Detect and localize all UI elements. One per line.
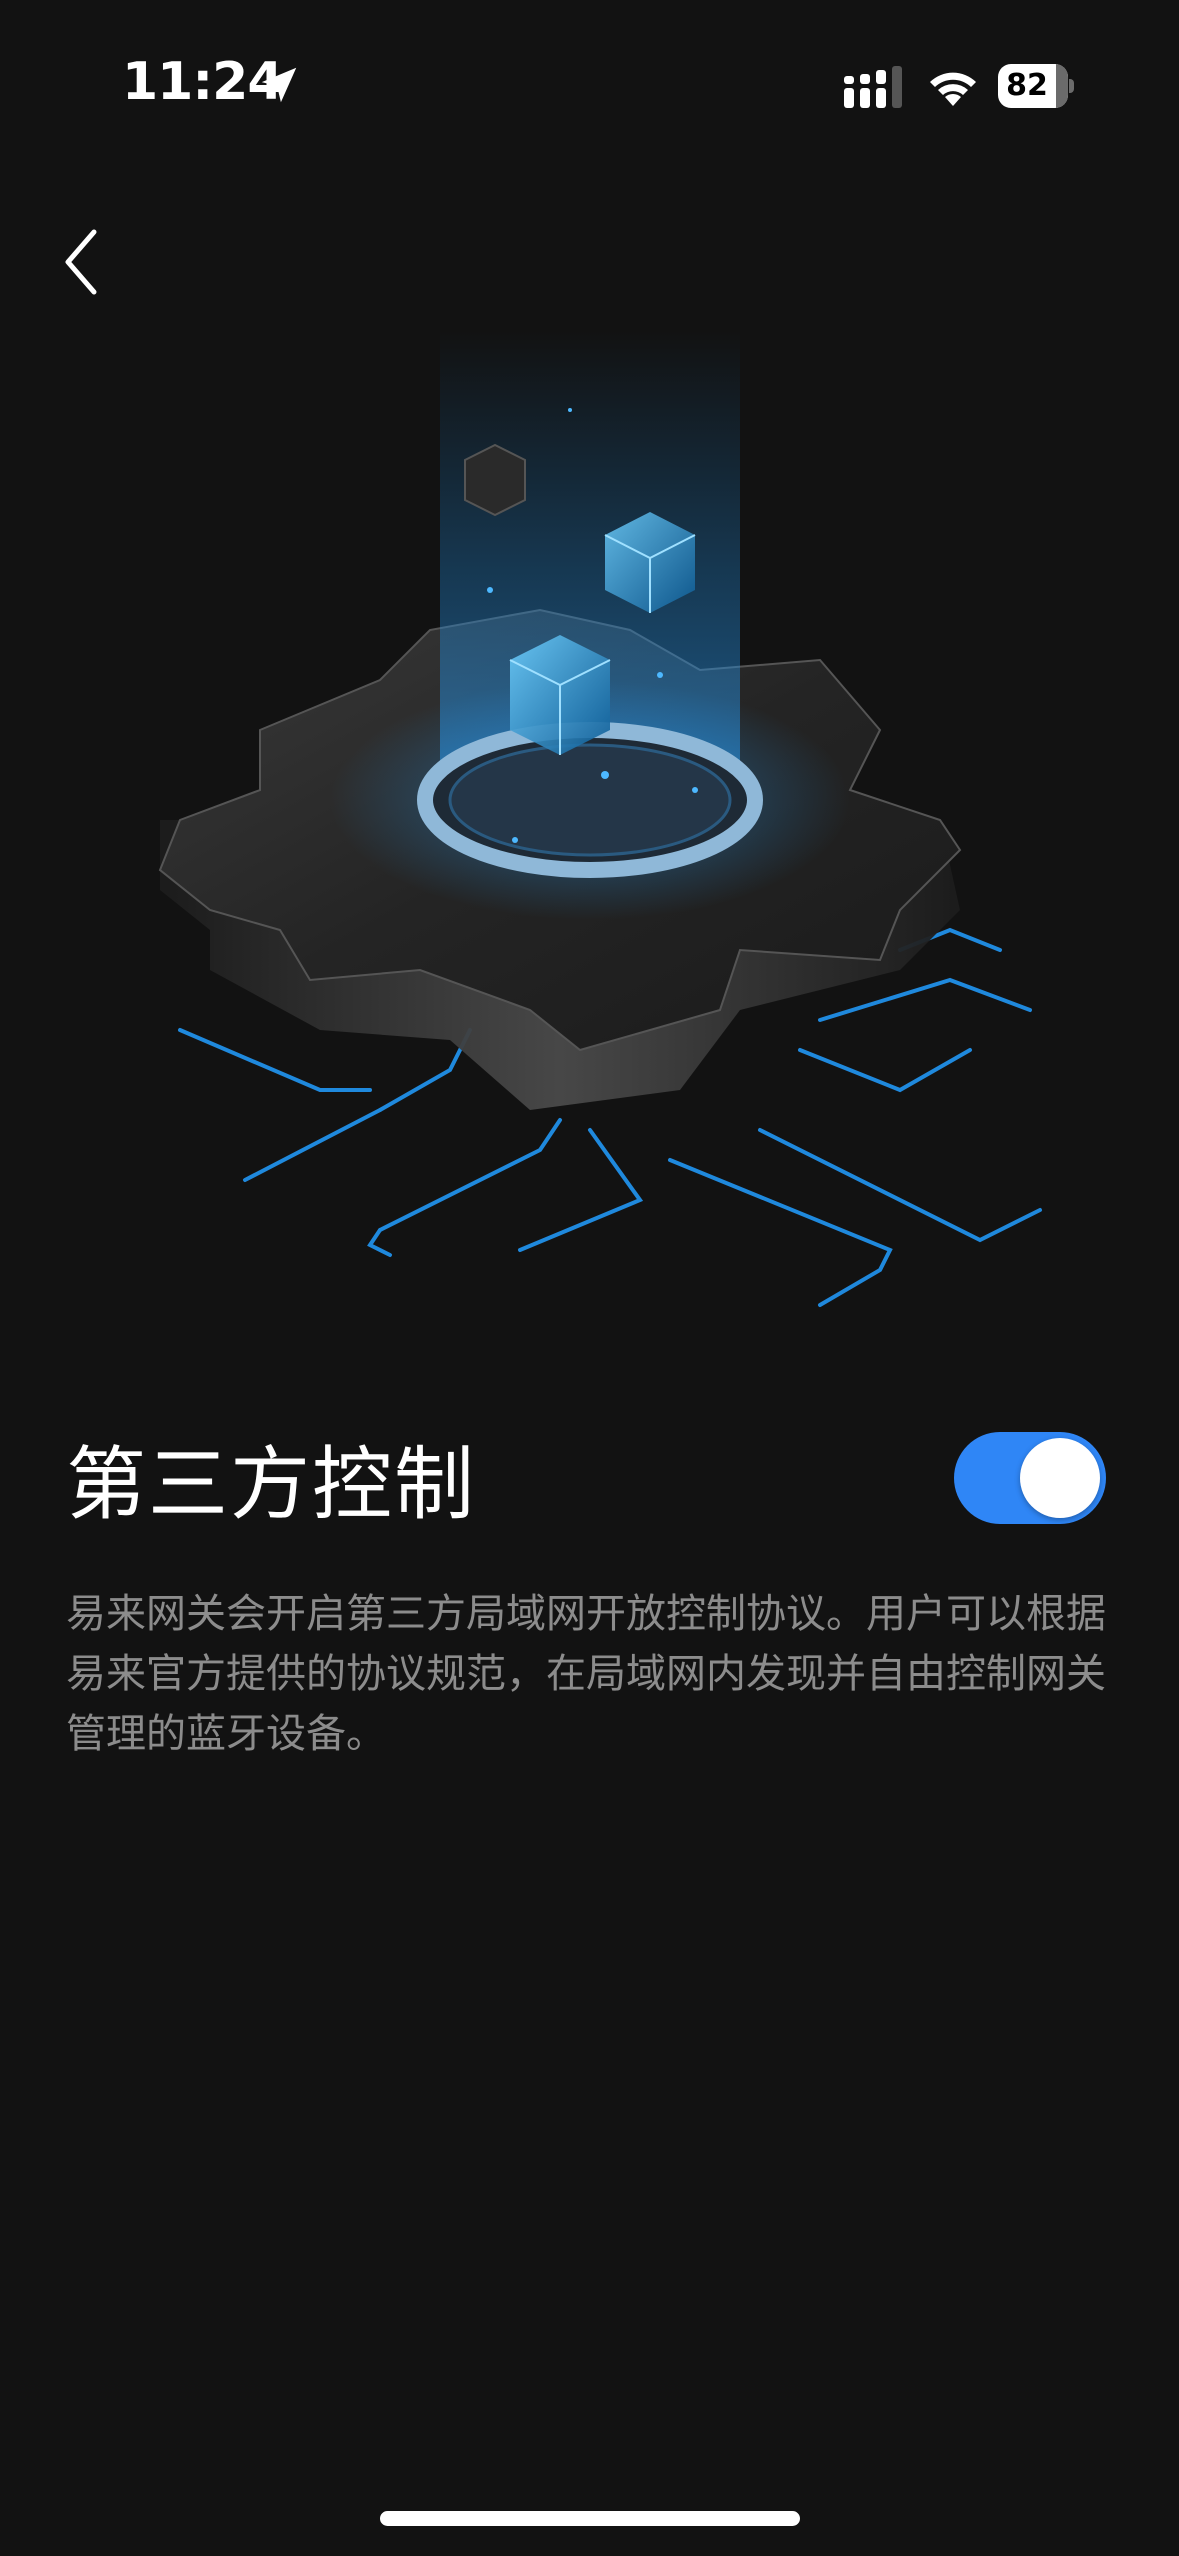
setting-description: 易来网关会开启第三方局域网开放控制协议。用户可以根据易来官方提供的协议规范，在局… (66, 1591, 1106, 1757)
glowing-cube-large (509, 635, 611, 755)
back-button[interactable] (52, 222, 116, 302)
dark-cube-small (464, 443, 526, 517)
battery-level: 82 (1006, 68, 1048, 103)
cellular-signal-icon (844, 66, 902, 108)
battery-icon: 82 (998, 64, 1074, 108)
home-indicator[interactable] (380, 2511, 800, 2526)
setting-title: 第三方控制 (66, 1438, 476, 1531)
wifi-icon (930, 72, 976, 106)
toggle-knob (1020, 1438, 1100, 1518)
chevron-left-icon (65, 229, 97, 295)
status-bar: 11:24 82 (0, 0, 1179, 170)
location-arrow-icon (261, 67, 297, 103)
hero-illustration (158, 330, 1042, 1307)
third-party-control-toggle[interactable] (954, 1432, 1106, 1524)
